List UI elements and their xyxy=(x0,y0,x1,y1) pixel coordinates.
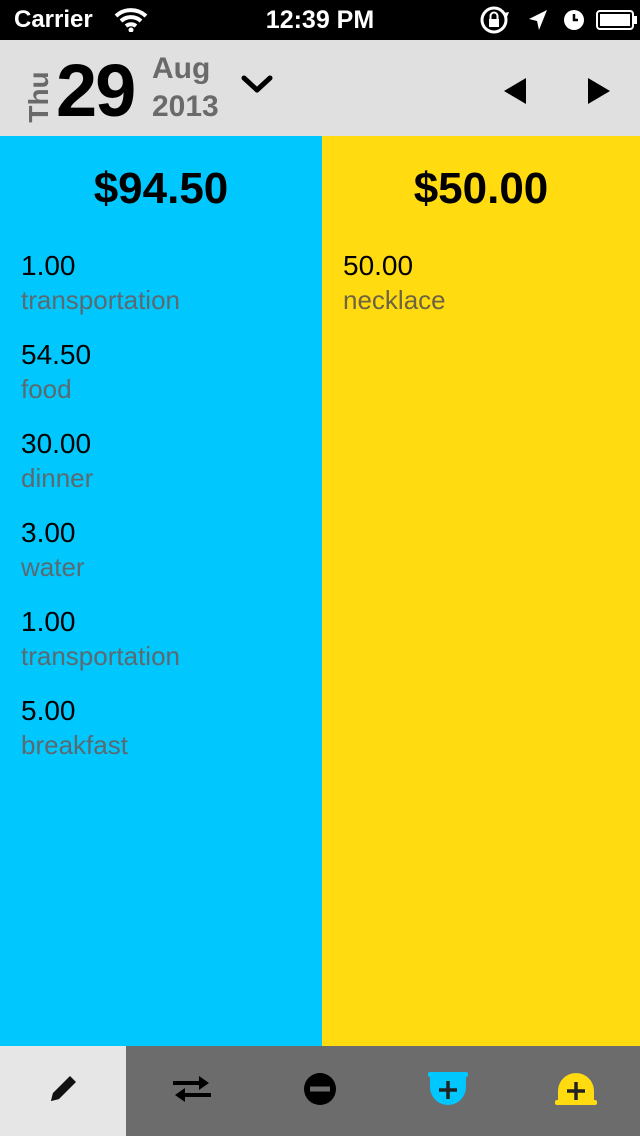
chevron-down-icon[interactable] xyxy=(240,74,274,101)
add-yellow-icon xyxy=(553,1069,599,1114)
list-item[interactable]: 1.00 transportation xyxy=(21,248,180,337)
entry-amount: 50.00 xyxy=(343,250,414,281)
entry-category: transportation xyxy=(21,285,180,315)
rotation-lock-icon xyxy=(478,6,512,39)
list-item[interactable]: 3.00 water xyxy=(21,515,180,604)
date-header: Thu 29 Aug 2013 xyxy=(0,40,640,136)
list-item[interactable]: 1.00 transportation xyxy=(21,604,180,693)
add-blue-icon xyxy=(426,1069,470,1114)
entry-category: necklace xyxy=(343,285,446,315)
tab-add-yellow[interactable] xyxy=(512,1046,640,1136)
entry-category: transportation xyxy=(21,641,180,671)
list-item[interactable]: 30.00 dinner xyxy=(21,426,180,515)
list-item[interactable]: 5.00 breakfast xyxy=(21,693,180,782)
pencil-icon xyxy=(43,1069,83,1114)
entry-category: dinner xyxy=(21,463,94,493)
entry-amount: 1.00 xyxy=(21,606,76,637)
entry-amount: 3.00 xyxy=(21,517,76,548)
column-total: $50.00 xyxy=(413,164,549,213)
location-arrow-icon xyxy=(527,8,549,37)
list-item[interactable]: 54.50 food xyxy=(21,337,180,426)
entry-list: 1.00 transportation 54.50 food 30.00 din… xyxy=(21,248,180,782)
transfer-arrows-icon xyxy=(169,1071,215,1112)
next-day-icon[interactable] xyxy=(584,76,614,111)
tab-bar xyxy=(0,1046,640,1136)
entry-amount: 30.00 xyxy=(21,428,92,459)
entry-list: 50.00 necklace xyxy=(343,248,446,337)
expense-column-yellow: $50.00 50.00 necklace xyxy=(322,136,640,1046)
previous-day-icon[interactable] xyxy=(500,76,530,111)
minus-circle-icon xyxy=(302,1071,338,1112)
status-bar: Carrier 12:39 PM xyxy=(0,0,640,40)
entry-category: breakfast xyxy=(21,730,128,760)
month-label: Aug xyxy=(152,52,211,85)
tab-transfer[interactable] xyxy=(128,1046,256,1136)
tab-edit[interactable] xyxy=(0,1046,126,1136)
weekday-label: Thu xyxy=(23,71,54,123)
alarm-icon xyxy=(562,8,586,37)
battery-icon xyxy=(596,10,638,35)
tab-add-blue[interactable] xyxy=(384,1046,512,1136)
column-total: $94.50 xyxy=(93,164,229,213)
entry-category: water xyxy=(21,552,85,582)
tab-expense[interactable] xyxy=(256,1046,384,1136)
entry-amount: 1.00 xyxy=(21,250,76,281)
year-label: 2013 xyxy=(152,90,219,123)
day-number: 29 xyxy=(56,49,136,132)
entry-category: food xyxy=(21,374,72,404)
entry-amount: 54.50 xyxy=(21,339,92,370)
expense-column-blue: $94.50 1.00 transportation 54.50 food 30… xyxy=(0,136,322,1046)
entry-amount: 5.00 xyxy=(21,695,76,726)
list-item[interactable]: 50.00 necklace xyxy=(343,248,446,337)
